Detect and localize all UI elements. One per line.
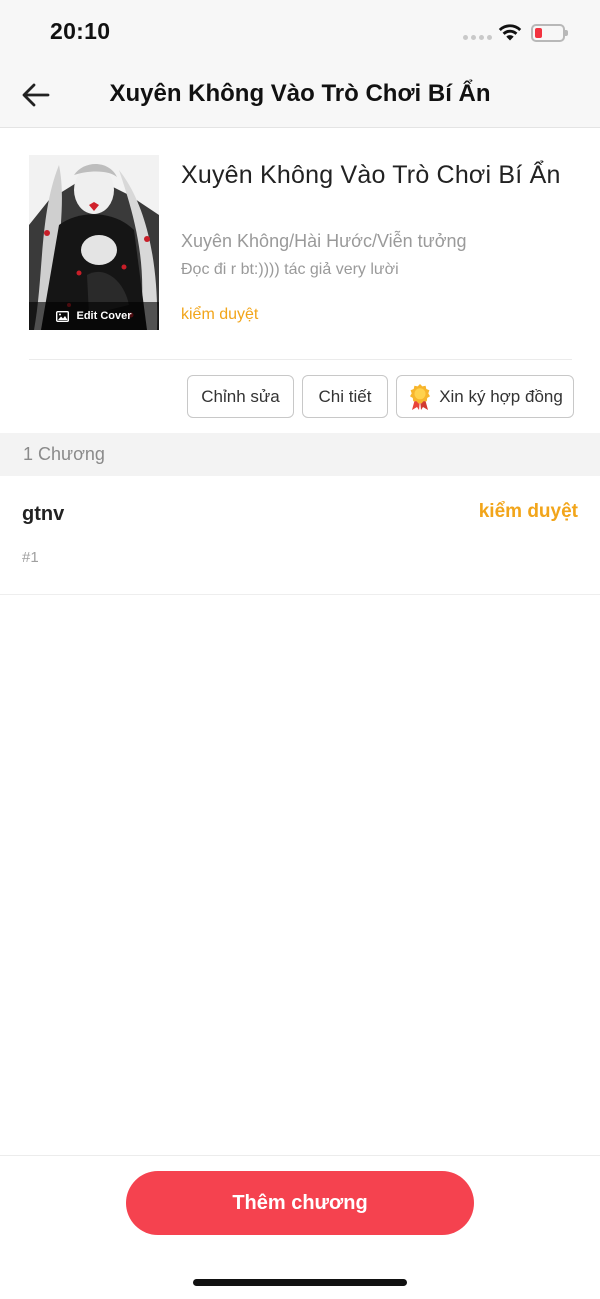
edit-cover-label: Edit Cover (76, 310, 132, 322)
status-time: 20:10 (50, 18, 111, 44)
request-contract-label: Xin ký hợp đồng (439, 386, 563, 406)
bottom-action-bar: Thêm chương (0, 1155, 600, 1299)
edit-book-button[interactable]: Chỉnh sửa (187, 375, 294, 418)
wifi-icon (498, 24, 522, 41)
battery-icon (531, 24, 568, 42)
navigation-bar: Xuyên Không Vào Trò Chơi Bí Ẩn (0, 62, 600, 128)
divider (29, 359, 572, 360)
chapter-status-label: kiểm duyệt (478, 501, 578, 522)
back-button[interactable] (16, 76, 56, 114)
add-chapter-button[interactable]: Thêm chương (126, 1171, 474, 1235)
edit-cover-button[interactable]: Edit Cover (29, 302, 159, 330)
request-contract-button[interactable]: Xin ký hợp đồng (396, 375, 574, 418)
book-info-card: Edit Cover Xuyên Không Vào Trò Chơi Bí Ẩ… (0, 129, 600, 433)
chapter-number: #1 (22, 549, 39, 566)
chapter-list-item[interactable]: gtnv kiểm duyệt #1 (0, 476, 600, 595)
book-title: Xuyên Không Vào Trò Chơi Bí Ẩn (181, 161, 561, 189)
book-description: Đọc đi r bt:)))) tác giả very lười (181, 261, 399, 278)
status-bar: 20:10 (0, 0, 600, 62)
home-indicator (193, 1279, 407, 1286)
book-details-button[interactable]: Chi tiết (302, 375, 388, 418)
award-badge-icon (410, 383, 431, 410)
image-icon (56, 310, 70, 322)
book-genre: Xuyên Không/Hài Hước/Viễn tưởng (181, 231, 467, 251)
cellular-signal-icon (463, 35, 492, 40)
chapter-section-header: 1 Chương (0, 433, 600, 476)
arrow-left-icon (22, 83, 50, 107)
book-actions: Chỉnh sửa Chi tiết Xin ký hợp đồng (187, 375, 574, 418)
chapter-title: gtnv (22, 503, 65, 525)
book-status-label: kiểm duyệt (181, 306, 259, 323)
chapter-count: 1 Chương (23, 444, 105, 464)
page-title: Xuyên Không Vào Trò Chơi Bí Ẩn (109, 80, 491, 107)
